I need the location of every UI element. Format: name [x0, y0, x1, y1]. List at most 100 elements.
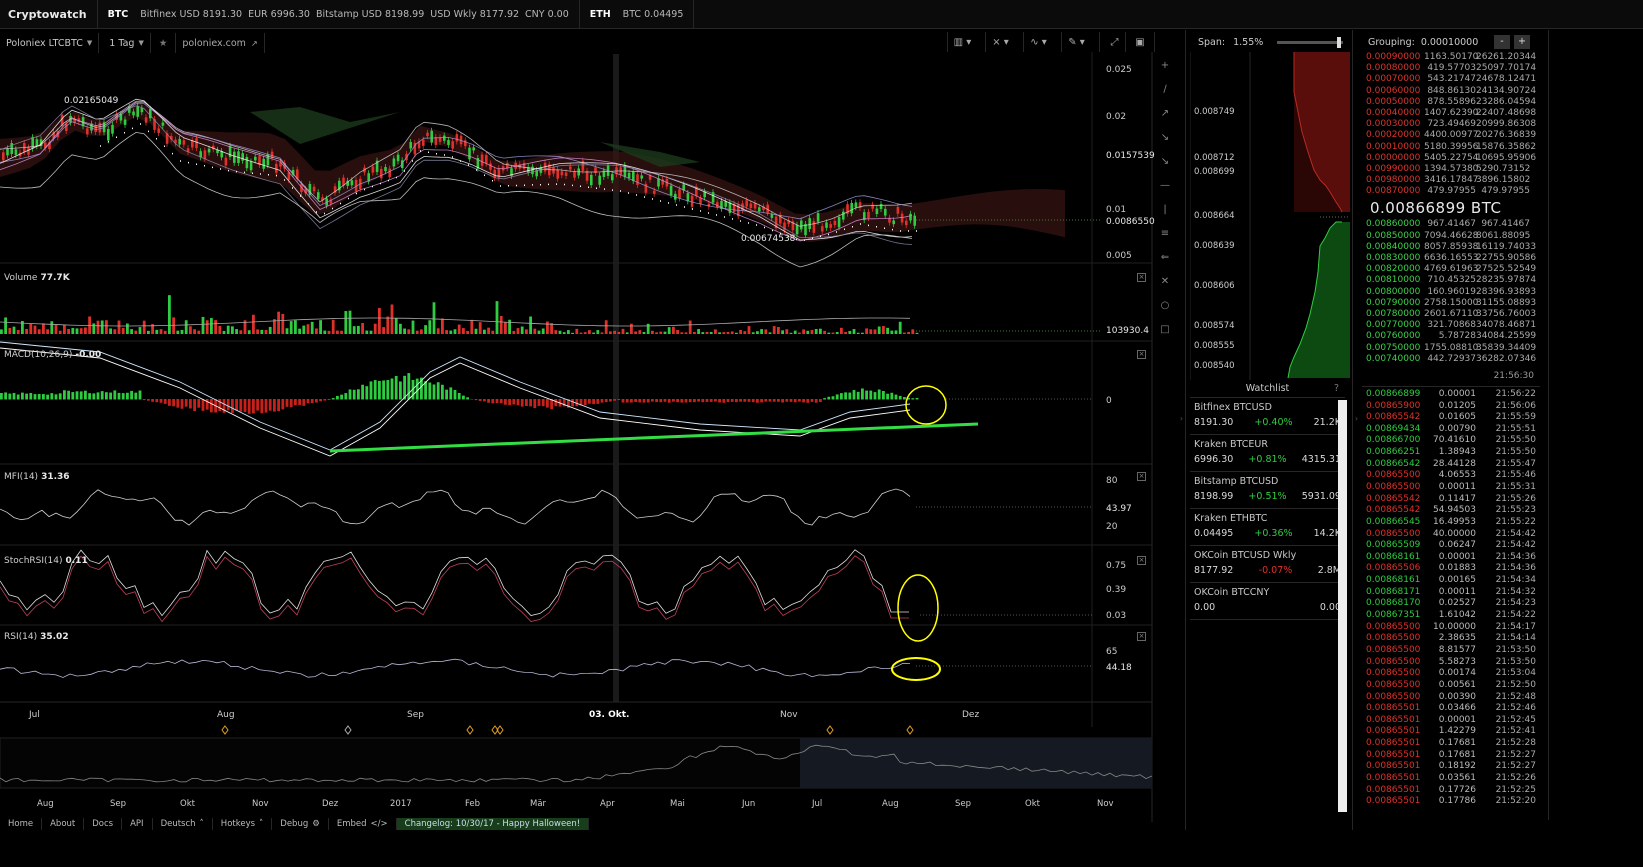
btc-ticker-item[interactable]: CNY 0.00 — [525, 9, 569, 20]
about-link[interactable]: About — [42, 818, 85, 830]
docs-link[interactable]: Docs — [84, 818, 123, 830]
bid-row[interactable]: 0.00790000 2758.15000 31155.08893 — [1362, 298, 1540, 309]
ask-row[interactable]: 0.00030000 723.49469 20999.86308 — [1362, 119, 1540, 130]
watchlist-item[interactable]: Bitfinex BTCUSD 8191.30 +0.40% 21.2K — [1190, 398, 1345, 435]
bid-row[interactable]: 0.00860000 967.41467 967.41467 — [1362, 219, 1540, 230]
bid-row[interactable]: 0.00760000 5.78728 34084.25599 — [1362, 331, 1540, 342]
watchlist-scrollbar[interactable] — [1338, 400, 1347, 812]
star-icon[interactable]: ★ — [151, 33, 177, 53]
btc-ticker-item[interactable]: Bitstamp USD 8198.99 — [316, 9, 424, 20]
embed-menu[interactable]: Embed </> — [329, 818, 397, 830]
grouping-control[interactable]: Grouping: 0.00010000 - + — [1362, 32, 1540, 52]
btc-ticker-item[interactable]: Bitfinex USD 8191.30 — [140, 9, 242, 20]
collapse-arrow-icon[interactable]: › — [1178, 30, 1186, 830]
close-rsi-icon[interactable]: × — [1137, 632, 1146, 641]
ask-row[interactable]: 0.00010000 5180.39956 15876.35862 — [1362, 142, 1540, 153]
bid-row[interactable]: 0.00800000 160.96019 28396.93893 — [1362, 287, 1540, 298]
btc-ticker-item[interactable]: USD Wkly 8177.92 — [430, 9, 519, 20]
watchlist-item[interactable]: Bitstamp BTCUSD 8198.99 +0.51% 5931.09 — [1190, 472, 1345, 509]
indicator-icon[interactable]: ⨯ ▾ — [985, 32, 1015, 52]
app-logo[interactable]: Cryptowatch — [0, 0, 98, 29]
btc-ticker-item[interactable]: EUR 6996.30 — [248, 9, 310, 20]
home-link[interactable]: Home — [0, 818, 43, 830]
close-stoch-icon[interactable]: × — [1137, 556, 1146, 565]
bid-row[interactable]: 0.00850000 7094.46628 8061.88095 — [1362, 231, 1540, 242]
vertical-line-icon[interactable]: | — [1157, 202, 1173, 218]
bid-row[interactable]: 0.00830000 6636.16553 22755.90586 — [1362, 253, 1540, 264]
chart-area[interactable]: 0.025 0.02 0.01 0.005 0.0157539 0.008655… — [0, 52, 1180, 822]
watchlist-item[interactable]: OKCoin BTCUSD Wkly 8177.92 -0.07% 2.8M — [1190, 546, 1345, 583]
rect-tool-icon[interactable]: □ — [1157, 322, 1173, 338]
ask-row[interactable]: 0.00040000 1407.62390 22407.48698 — [1362, 108, 1540, 119]
horizontal-line-icon[interactable]: — — [1157, 178, 1173, 194]
ask-row[interactable]: 0.00870000 479.97955 479.97955 — [1362, 186, 1540, 197]
trade-row: 0.00865542 54.94503 21:55:23 — [1366, 505, 1536, 516]
bid-row[interactable]: 0.00780000 2601.67110 33756.76003 — [1362, 309, 1540, 320]
ask-row[interactable]: 0.00050000 878.55896 23286.04594 — [1362, 97, 1540, 108]
ask-row[interactable]: 0.00990000 1394.57380 5290.73152 — [1362, 164, 1540, 175]
bid-row[interactable]: 0.00770000 321.70868 34078.46871 — [1362, 320, 1540, 331]
event-markers[interactable] — [221, 725, 914, 735]
arrow-tool-icon[interactable]: ↘ — [1157, 130, 1173, 146]
language-select[interactable]: Deutsch ˄ — [153, 818, 213, 830]
close-volume-icon[interactable]: × — [1137, 273, 1146, 282]
btc-ticker-group[interactable]: BTC Bitfinex USD 8191.30 EUR 6996.30 Bit… — [98, 0, 580, 29]
help-icon[interactable]: ? — [1334, 380, 1339, 398]
exchange-link[interactable]: poloniex.com ↗ — [176, 33, 265, 53]
eth-ticker-group[interactable]: ETH BTC 0.04495 — [580, 0, 695, 29]
crosshair-tool-icon[interactable]: + — [1157, 58, 1173, 74]
ask-row[interactable]: 0.00070000 543.21747 24678.12471 — [1362, 74, 1540, 85]
ask-row[interactable]: 0.00060000 848.86130 24134.90724 — [1362, 86, 1540, 97]
hotkeys-menu[interactable]: Hotkeys ˄ — [213, 818, 273, 830]
ask-row[interactable]: 0.00080000 419.57703 25097.70174 — [1362, 63, 1540, 74]
market-select[interactable]: Poloniex LTCBTC ▼ — [0, 33, 100, 53]
bid-row[interactable]: 0.00810000 710.45325 28235.97874 — [1362, 275, 1540, 286]
watchlist-item[interactable]: Kraken BTCEUR 6996.30 +0.81% 4315.31 — [1190, 435, 1345, 472]
fib-tool-icon[interactable]: ⇐ — [1157, 250, 1173, 266]
span-slider[interactable] — [1277, 36, 1344, 48]
changelog-link[interactable]: Changelog: 10/30/17 - Happy Halloween! — [396, 818, 590, 830]
ask-row[interactable]: 0.00980000 3416.17847 3896.15802 — [1362, 175, 1540, 186]
period-select[interactable]: 1 Tag ▼ — [99, 33, 151, 53]
x-tick: Jul — [28, 710, 40, 720]
ray-tool-icon[interactable]: ↗ — [1157, 106, 1173, 122]
grouping-increase-button[interactable]: + — [1514, 35, 1530, 49]
watchlist-market: OKCoin BTCCNY — [1194, 587, 1270, 598]
watchlist-change: -0.07% — [1258, 565, 1293, 576]
ask-row[interactable]: 0.00020000 4400.00977 20276.36839 — [1362, 130, 1540, 141]
ask-row[interactable]: 0.00090000 1163.50170 26261.20344 — [1362, 52, 1540, 63]
circle-tool-icon[interactable]: ○ — [1157, 298, 1173, 314]
channel-tool-icon[interactable]: ≡ — [1157, 226, 1173, 242]
extended-line-icon[interactable]: ↘ — [1157, 154, 1173, 170]
close-mfi-icon[interactable]: × — [1137, 472, 1146, 481]
debug-menu[interactable]: Debug ⚙ — [272, 818, 329, 830]
external-link-icon: ↗ — [250, 38, 258, 48]
bid-row[interactable]: 0.00820000 4769.61963 27525.52549 — [1362, 264, 1540, 275]
bid-row[interactable]: 0.00750000 1755.08810 35839.34409 — [1362, 343, 1540, 354]
navigator-window[interactable] — [800, 738, 1152, 788]
bid-row[interactable]: 0.00840000 8057.85938 16119.74033 — [1362, 242, 1540, 253]
watchlist-item[interactable]: OKCoin BTCCNY 0.00 0.00 — [1190, 583, 1345, 620]
fan-tool-icon[interactable]: ✕ — [1157, 274, 1173, 290]
depth-span-control[interactable]: Span: 1.55% — [1190, 32, 1350, 52]
trade-row: 0.00869434 0.00790 21:55:51 — [1366, 423, 1536, 434]
bid-row[interactable]: 0.00740000 442.72937 36282.07346 — [1362, 354, 1540, 365]
grouping-decrease-button[interactable]: - — [1494, 35, 1510, 49]
screenshot-icon[interactable]: ▣ — [1125, 32, 1155, 52]
ask-row[interactable]: 0.00000000 5405.22754 10695.95906 — [1362, 153, 1540, 164]
draw-icon[interactable]: ✎ ▾ — [1061, 32, 1091, 52]
trade-row: 0.00865500 5.58273 21:53:50 — [1366, 656, 1536, 667]
eth-ticker-item[interactable]: BTC 0.04495 — [623, 9, 684, 20]
candle-type-icon[interactable]: ▥ ▾ — [947, 32, 977, 52]
nav-tick: Jul — [811, 799, 822, 809]
line-tool-icon[interactable]: ∿ ▾ — [1023, 32, 1053, 52]
trades-time: 21:56:30 — [1362, 365, 1540, 387]
collapse-arrow-icon[interactable]: › — [1352, 30, 1360, 830]
close-macd-icon[interactable]: × — [1137, 350, 1146, 359]
api-link[interactable]: API — [122, 818, 153, 830]
nav-tick: 2017 — [390, 799, 412, 809]
trendline-tool-icon[interactable]: ∕ — [1157, 82, 1173, 98]
x-tick: Dez — [962, 710, 979, 720]
orderbook-panel: Grouping: 0.00010000 - + 0.00090000 1163.… — [1362, 32, 1540, 862]
watchlist-item[interactable]: Kraken ETHBTC 0.04495 +0.36% 14.2K — [1190, 509, 1345, 546]
